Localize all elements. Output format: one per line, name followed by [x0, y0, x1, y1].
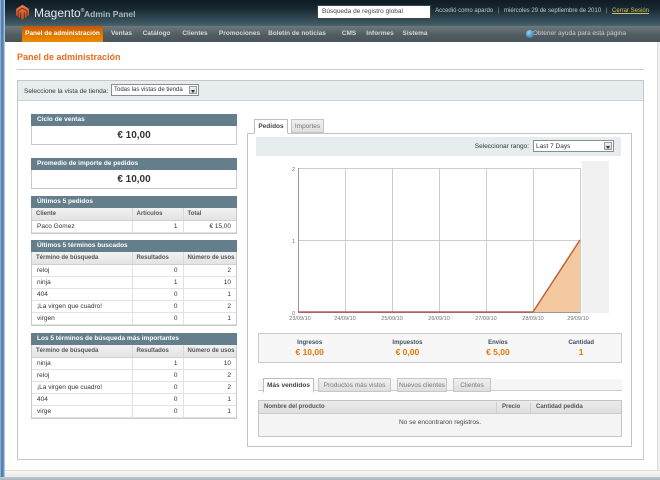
svg-text:2: 2 — [292, 167, 295, 173]
svg-text:29/09/10: 29/09/10 — [567, 316, 588, 322]
svg-text:1: 1 — [292, 239, 295, 245]
svg-text:23/09/10: 23/09/10 — [289, 316, 310, 322]
svg-text:25/09/10: 25/09/10 — [381, 316, 402, 322]
svg-text:27/09/10: 27/09/10 — [475, 316, 496, 322]
svg-text:28/09/10: 28/09/10 — [522, 316, 543, 322]
svg-text:24/09/10: 24/09/10 — [334, 316, 355, 322]
svg-text:26/09/10: 26/09/10 — [428, 316, 449, 322]
